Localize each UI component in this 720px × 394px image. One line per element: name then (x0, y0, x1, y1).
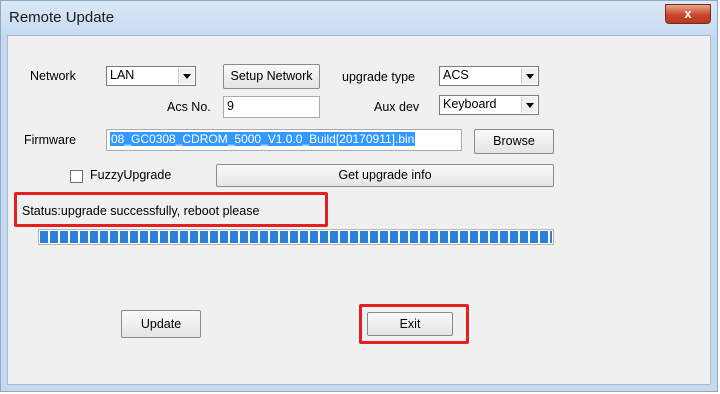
remote-update-window: Remote Update x Network LAN Setup Networ… (0, 0, 718, 392)
get-upgrade-info-button[interactable]: Get upgrade info (216, 164, 554, 187)
exit-highlight-box (359, 304, 469, 344)
status-highlight-box (14, 192, 328, 227)
close-button[interactable]: x (665, 4, 711, 24)
firmware-label: Firmware (24, 133, 77, 147)
upgrade-type-select[interactable]: ACS (439, 66, 539, 86)
upgrade-type-label: upgrade type (342, 70, 415, 84)
network-select[interactable]: LAN (106, 66, 196, 86)
setup-network-button[interactable]: Setup Network (223, 64, 320, 89)
window-title: Remote Update (9, 9, 115, 26)
chevron-down-icon[interactable] (178, 68, 194, 84)
progress-bar-fill (40, 231, 552, 243)
progress-bar (38, 229, 554, 245)
fuzzy-upgrade-label: FuzzyUpgrade (90, 168, 172, 182)
aux-dev-label: Aux dev (374, 100, 420, 114)
chevron-down-icon[interactable] (521, 97, 537, 113)
firmware-path-text: 08_GC0308_CDROM_5000_V1.0.0_Build[201709… (110, 132, 416, 146)
network-label: Network (30, 69, 76, 83)
firmware-path-input[interactable]: 08_GC0308_CDROM_5000_V1.0.0_Build[201709… (106, 129, 462, 151)
browse-button[interactable]: Browse (474, 129, 554, 154)
acs-no-label: Acs No. (167, 100, 211, 114)
fuzzy-upgrade-checkbox[interactable] (70, 170, 83, 183)
title-bar[interactable]: Remote Update x (1, 1, 717, 35)
aux-dev-value: Keyboard (443, 97, 497, 111)
update-button[interactable]: Update (121, 310, 201, 338)
chevron-down-icon[interactable] (521, 68, 537, 84)
acs-no-input[interactable]: 9 (223, 96, 320, 118)
network-select-value: LAN (110, 68, 135, 82)
dialog-body: Network LAN Setup Network upgrade type A… (7, 35, 711, 385)
upgrade-type-value: ACS (443, 68, 469, 82)
aux-dev-select[interactable]: Keyboard (439, 95, 539, 115)
close-icon: x (684, 6, 692, 21)
